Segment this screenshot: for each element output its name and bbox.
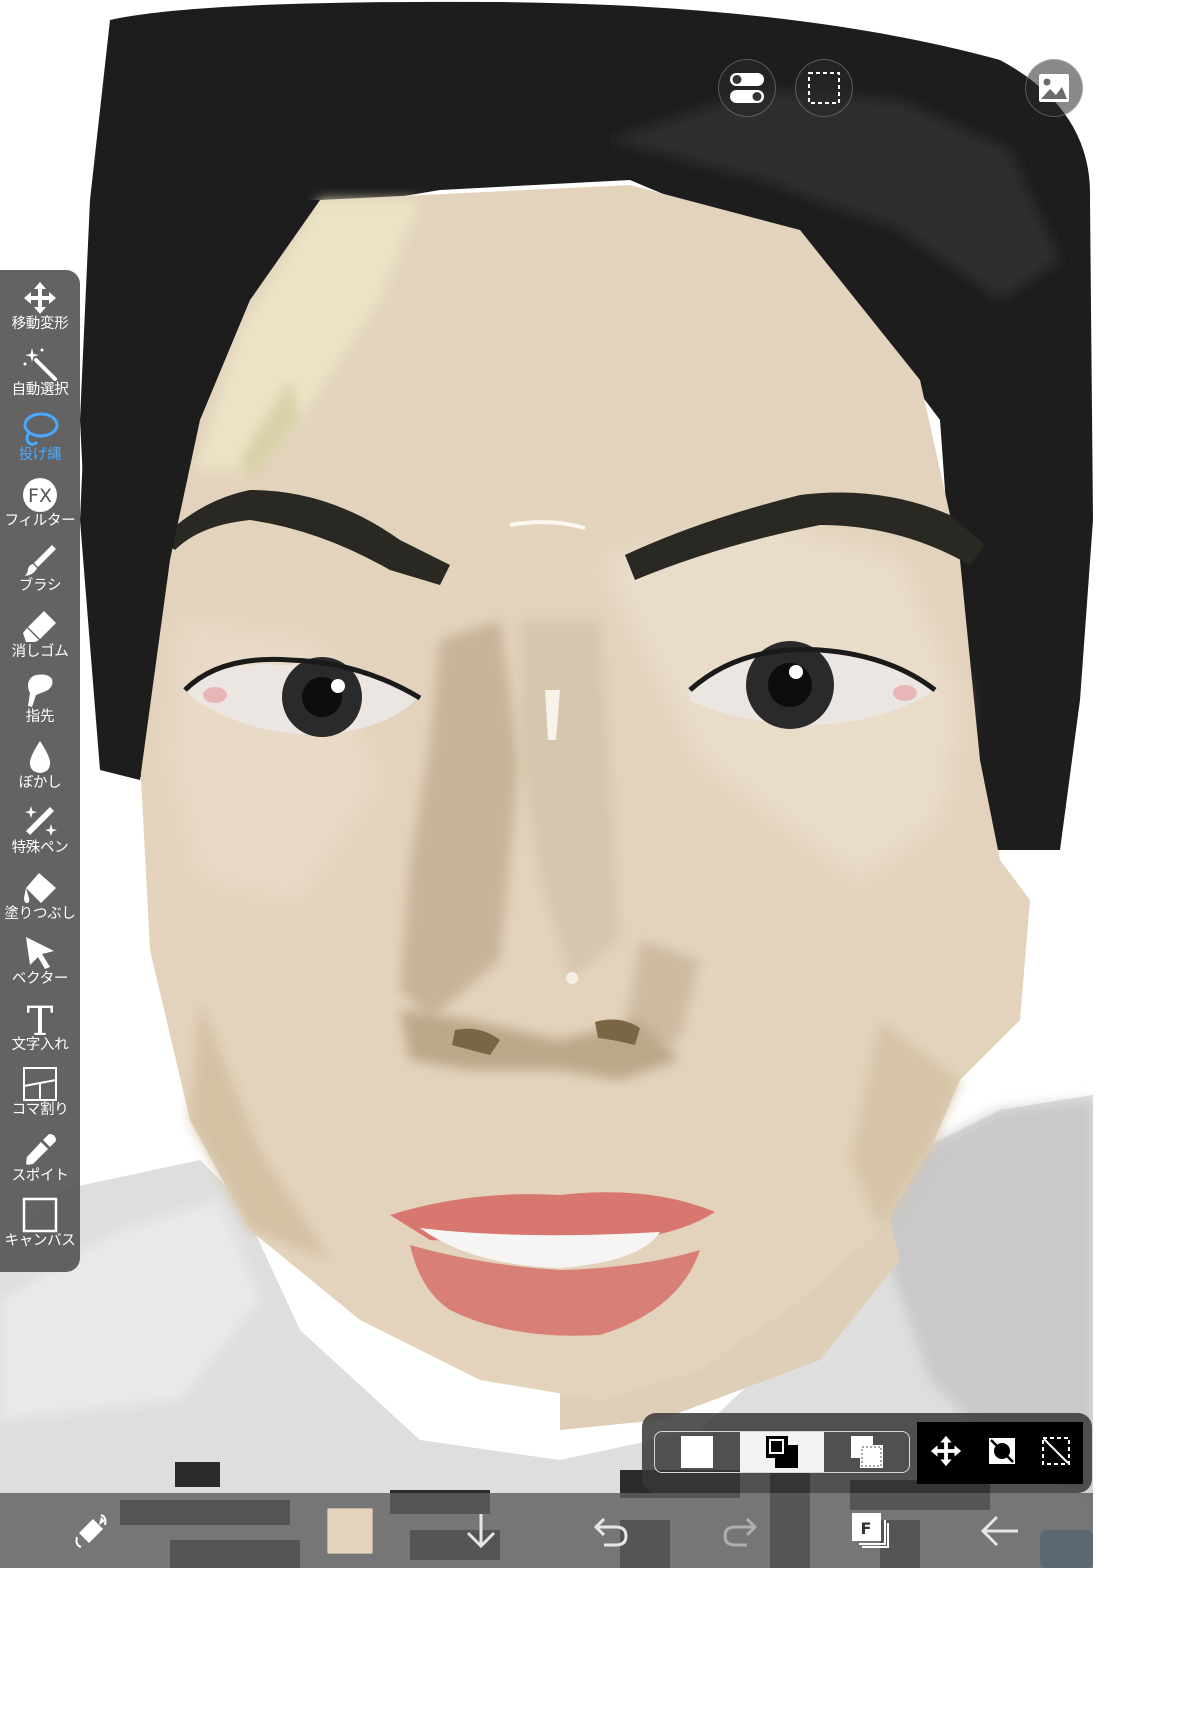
tool-label: ベクター bbox=[11, 971, 69, 987]
sparkle-pen-icon bbox=[20, 804, 60, 840]
selection-mode-subtract[interactable] bbox=[824, 1432, 909, 1472]
text-icon: T bbox=[20, 1000, 60, 1038]
tool-text[interactable]: T 文字入れ bbox=[0, 1000, 80, 1067]
undo-icon bbox=[593, 1517, 628, 1547]
tool-blur[interactable]: ぼかし bbox=[0, 739, 80, 805]
tool-brush[interactable]: ブラシ bbox=[0, 542, 80, 608]
invert-selection-button[interactable] bbox=[987, 1436, 1017, 1470]
tool-label: ぼかし bbox=[18, 774, 62, 791]
tool-label: 自動選択 bbox=[11, 381, 69, 398]
lasso-icon bbox=[20, 411, 60, 447]
tool-filter[interactable]: FX フィルター bbox=[0, 477, 80, 543]
invert-icon bbox=[989, 1438, 1015, 1464]
layers-button[interactable]: F bbox=[845, 1506, 895, 1556]
tool-label: 消しゴム bbox=[11, 643, 69, 660]
tool-magic-wand[interactable]: 自動選択 bbox=[0, 346, 80, 412]
selection-mode-group bbox=[654, 1431, 910, 1473]
tool-move[interactable]: 移動変形 bbox=[0, 280, 80, 346]
current-color-swatch bbox=[327, 1508, 373, 1554]
down-arrow-icon bbox=[466, 1514, 496, 1549]
toggle-settings-button[interactable] bbox=[718, 59, 776, 117]
tool-label: スポイト bbox=[11, 1167, 69, 1184]
tool-label: コマ割り bbox=[11, 1102, 69, 1118]
tool-label: ブラシ bbox=[18, 578, 62, 594]
tool-label: 投げ縄 bbox=[18, 447, 62, 463]
tool-eyedropper[interactable]: スポイト bbox=[0, 1132, 80, 1198]
fx-icon: FX bbox=[20, 477, 60, 513]
tool-label: 塗りつぶし bbox=[4, 905, 76, 922]
undo-button[interactable] bbox=[586, 1506, 636, 1556]
tool-bar: 移動変形 自動選択 投げ縄 FX フィルター ブラシ 消しゴム 指先 ぼかし 特… bbox=[0, 270, 80, 1272]
color-button[interactable] bbox=[325, 1506, 375, 1556]
text-icon-glyph: T bbox=[27, 1000, 54, 1038]
tool-lasso[interactable]: 投げ縄 bbox=[0, 411, 80, 477]
cursor-arrow-icon bbox=[20, 935, 60, 971]
clear-selection-button[interactable] bbox=[1041, 1436, 1071, 1470]
image-icon bbox=[1039, 74, 1069, 102]
move-arrows-icon bbox=[930, 1435, 962, 1467]
deselect-icon bbox=[1042, 1437, 1070, 1465]
canvas-icon bbox=[20, 1197, 60, 1233]
tool-label: フィルター bbox=[4, 512, 76, 529]
tool-label: 指先 bbox=[25, 709, 55, 725]
add-selection-icon bbox=[766, 1436, 798, 1468]
redo-button[interactable] bbox=[715, 1506, 765, 1556]
tool-canvas[interactable]: キャンバス bbox=[0, 1197, 80, 1263]
square-icon bbox=[681, 1436, 714, 1468]
bucket-icon bbox=[20, 870, 60, 906]
finger-icon bbox=[20, 673, 60, 709]
layer-icon-text: F bbox=[861, 1519, 872, 1538]
selection-mode-add[interactable] bbox=[739, 1432, 825, 1472]
reference-image-button[interactable] bbox=[1025, 59, 1083, 117]
tool-label: キャンバス bbox=[4, 1233, 76, 1249]
dashed-rect-icon bbox=[808, 72, 840, 104]
tool-special-pen[interactable]: 特殊ペン bbox=[0, 804, 80, 870]
back-button[interactable] bbox=[975, 1506, 1025, 1556]
frame-divider-icon bbox=[20, 1066, 60, 1102]
layers-icon: F bbox=[852, 1513, 889, 1548]
selection-mode-new[interactable] bbox=[655, 1432, 740, 1472]
selection-action-group bbox=[917, 1422, 1083, 1484]
tool-label: 特殊ペン bbox=[11, 840, 69, 856]
eraser-icon bbox=[20, 608, 60, 644]
quick-menu-button[interactable] bbox=[66, 1506, 116, 1556]
selection-button[interactable] bbox=[795, 59, 853, 117]
subtract-selection-icon bbox=[850, 1436, 883, 1468]
move-selection-button[interactable] bbox=[929, 1434, 963, 1472]
selection-panel bbox=[642, 1413, 1092, 1493]
brush-eraser-swap-icon bbox=[75, 1514, 107, 1548]
tool-vector[interactable]: ベクター bbox=[0, 935, 80, 1001]
toggle-icon bbox=[730, 73, 764, 103]
tool-label: 文字入れ bbox=[11, 1036, 69, 1053]
back-arrow-icon bbox=[980, 1515, 1018, 1547]
drop-icon bbox=[20, 739, 60, 775]
bottom-bar: F bbox=[0, 1493, 1093, 1568]
tool-finger[interactable]: 指先 bbox=[0, 673, 80, 739]
move-icon bbox=[20, 280, 60, 316]
fx-icon-text: FX bbox=[28, 485, 52, 507]
drawing-canvas[interactable] bbox=[0, 0, 1093, 1568]
download-button[interactable] bbox=[456, 1506, 506, 1556]
tool-eraser[interactable]: 消しゴム bbox=[0, 608, 80, 674]
eyedropper-icon bbox=[20, 1132, 60, 1168]
tool-fill[interactable]: 塗りつぶし bbox=[0, 870, 80, 936]
tool-frame[interactable]: コマ割り bbox=[0, 1066, 80, 1132]
magic-wand-icon bbox=[20, 346, 60, 382]
redo-icon bbox=[723, 1517, 758, 1547]
brush-icon bbox=[20, 542, 60, 578]
tool-label: 移動変形 bbox=[11, 316, 69, 332]
